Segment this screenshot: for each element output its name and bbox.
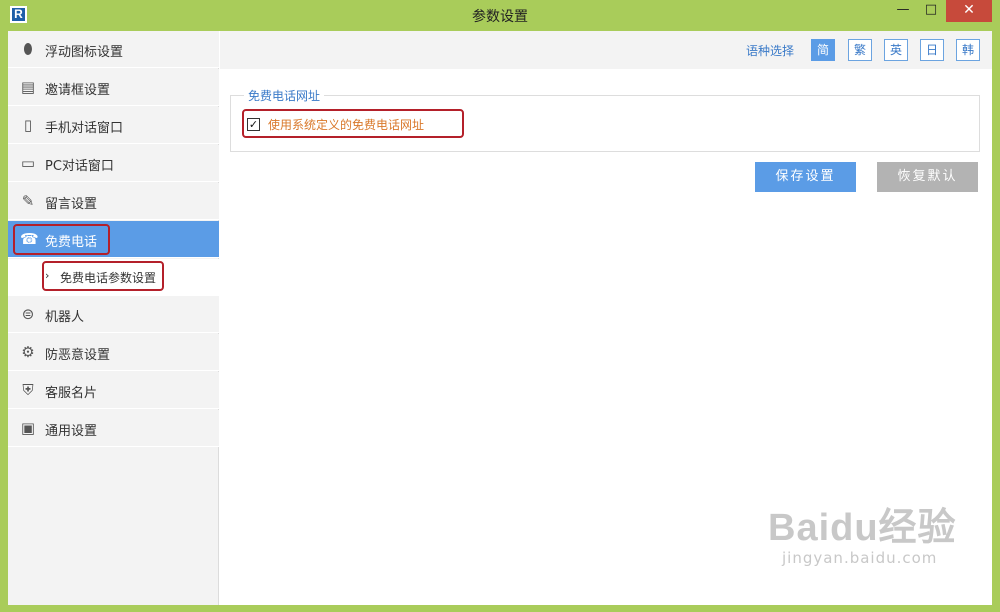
sidebar-item-invite-box[interactable]: ▤ 邀请框设置 <box>8 69 219 106</box>
sidebar-item-message[interactable]: ✎ 留言设置 <box>8 183 219 220</box>
sidebar-item-robot[interactable]: ⊜ 机器人 <box>8 296 219 333</box>
lang-traditional-button[interactable]: 繁 <box>848 39 872 61</box>
sidebar-item-pc-chat[interactable]: ▭ PC对话窗口 <box>8 145 219 182</box>
robot-icon: ⊜ <box>21 305 35 323</box>
lang-korean-button[interactable]: 韩 <box>956 39 980 61</box>
edit-note-icon: ✎ <box>21 192 35 210</box>
pin-icon: ⬮ <box>23 40 33 58</box>
settings-window: R 参数设置 — □ ✕ ⬮ 浮动图标设置 ▤ 邀请框设置 ▯ 手机对话窗口 ▭… <box>0 0 1000 612</box>
lang-japanese-button[interactable]: 日 <box>920 39 944 61</box>
lang-english-button[interactable]: 英 <box>884 39 908 61</box>
sidebar-subitem-free-call-params[interactable]: › 免费电话参数设置 <box>8 259 219 296</box>
sidebar-item-anti-malicious[interactable]: ⚙ 防恶意设置 <box>8 334 219 371</box>
title-bar[interactable]: R 参数设置 — □ ✕ <box>0 0 1000 30</box>
highlight-box <box>242 109 464 138</box>
sidebar-item-free-call[interactable]: ☎ 免费电话 <box>8 221 219 258</box>
group-title: 免费电话网址 <box>244 87 325 104</box>
sidebar-item-floating-icon[interactable]: ⬮ 浮动图标设置 <box>8 31 219 68</box>
sidebar-item-label: 留言设置 <box>45 197 98 212</box>
sidebar-item-label: 防恶意设置 <box>45 348 111 363</box>
sidebar-item-label: 客服名片 <box>45 386 98 401</box>
sidebar-item-mobile-chat[interactable]: ▯ 手机对话窗口 <box>8 107 219 144</box>
id-card-icon: ▣ <box>20 419 36 437</box>
gear-icon: ⚙ <box>21 343 35 361</box>
maximize-button[interactable]: □ <box>918 0 944 22</box>
window-title: 参数设置 <box>472 9 528 25</box>
highlight-box <box>42 261 164 291</box>
restore-defaults-button[interactable]: 恢复默认 <box>877 162 978 192</box>
save-settings-button[interactable]: 保存设置 <box>755 162 856 192</box>
sidebar-item-label: 浮动图标设置 <box>45 45 124 60</box>
sidebar-item-label: 通用设置 <box>45 424 98 439</box>
sidebar-item-label: 机器人 <box>45 310 85 325</box>
shield-icon: ⛨ <box>22 381 34 399</box>
sidebar: ⬮ 浮动图标设置 ▤ 邀请框设置 ▯ 手机对话窗口 ▭ PC对话窗口 ✎ 留言设… <box>8 31 219 605</box>
mobile-phone-icon: ▯ <box>23 116 33 134</box>
document-icon: ▤ <box>20 78 36 96</box>
client-area: ⬮ 浮动图标设置 ▤ 邀请框设置 ▯ 手机对话窗口 ▭ PC对话窗口 ✎ 留言设… <box>8 31 992 605</box>
monitor-icon: ▭ <box>20 154 36 172</box>
watermark-url: jingyan.baidu.com <box>782 549 938 567</box>
sidebar-item-label: PC对话窗口 <box>45 159 114 174</box>
sidebar-item-label: 邀请框设置 <box>45 83 111 98</box>
language-bar: 语种选择 简 繁 英 日 韩 <box>220 31 992 69</box>
sidebar-item-label: 手机对话窗口 <box>45 121 124 136</box>
minimize-button[interactable]: — <box>890 0 916 22</box>
close-button[interactable]: ✕ <box>946 0 992 22</box>
sidebar-item-general[interactable]: ▣ 通用设置 <box>8 410 219 447</box>
watermark-logo: Baidu经验 <box>768 507 957 549</box>
sidebar-item-service-card[interactable]: ⛨ 客服名片 <box>8 372 219 409</box>
watermark: Baidu经验 jingyan.baidu.com <box>768 496 988 567</box>
highlight-box <box>13 224 110 255</box>
main-panel: 语种选择 简 繁 英 日 韩 免费电话网址 ✓ 使用系统定义的免费电话网址 保存… <box>220 31 992 605</box>
lang-simplified-button[interactable]: 简 <box>811 39 835 61</box>
language-label: 语种选择 <box>746 44 795 58</box>
